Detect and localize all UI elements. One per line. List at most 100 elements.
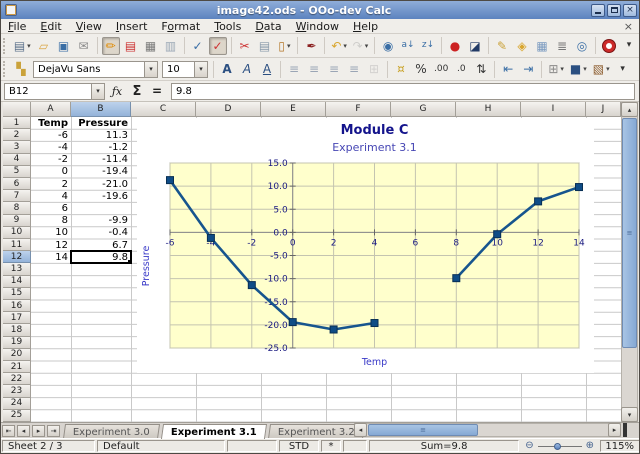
cell-a1[interactable]: Temp	[31, 117, 71, 129]
cell-b7[interactable]: -19.6	[71, 190, 131, 202]
cell-b4[interactable]: -11.4	[71, 154, 131, 166]
row-header-12[interactable]: 12	[3, 251, 31, 263]
cell-a10[interactable]: 10	[31, 227, 71, 239]
column-header-i[interactable]: I	[521, 102, 586, 117]
zoom-slider-track[interactable]	[538, 446, 582, 447]
scroll-up-icon[interactable]: ▴	[621, 102, 638, 117]
sum-field[interactable]: Sum=9.8	[369, 440, 519, 452]
column-header-b[interactable]: B	[71, 102, 131, 117]
cell-b5[interactable]: -19.4	[71, 166, 131, 178]
row-header-6[interactable]: 6	[3, 178, 31, 190]
row-header-17[interactable]: 17	[3, 312, 31, 324]
empty-status-field	[343, 440, 367, 452]
row-header-16[interactable]: 16	[3, 300, 31, 312]
column-header-f[interactable]: F	[326, 102, 391, 117]
chart-data-marker	[453, 275, 460, 282]
cell-a8[interactable]: 6	[31, 202, 71, 214]
row-header-9[interactable]: 9	[3, 215, 31, 227]
scroll-down-icon[interactable]: ▾	[621, 407, 638, 422]
x-axis-tick-label: 6	[413, 238, 419, 248]
active-cell-border[interactable]	[70, 250, 132, 264]
column-header-g[interactable]: G	[391, 102, 456, 117]
x-axis-tick-label: 8	[453, 238, 459, 248]
column-header-c[interactable]: C	[131, 102, 196, 117]
cell-a6[interactable]: 2	[31, 178, 71, 190]
x-axis-tick-label: 2	[331, 238, 337, 248]
column-header-j[interactable]: J	[586, 102, 621, 117]
cell-a7[interactable]: 4	[31, 190, 71, 202]
zoom-in-icon[interactable]: ⊕	[586, 441, 594, 451]
sheet-tab-experiment-3-1[interactable]: Experiment 3.1	[161, 424, 267, 439]
zoom-slider-thumb[interactable]	[554, 443, 561, 450]
row-header-20[interactable]: 20	[3, 349, 31, 361]
chart-x-axis-title: Temp	[361, 357, 387, 368]
app-window: image42.ods - OOo-dev Calc × FileEditVie…	[0, 0, 640, 454]
row-header-25[interactable]: 25	[3, 410, 31, 422]
row-header-15[interactable]: 15	[3, 288, 31, 300]
split-window-handle[interactable]	[623, 423, 627, 437]
y-axis-tick-label: 5.0	[273, 205, 288, 215]
cell-b10[interactable]: -0.4	[71, 227, 131, 239]
cell-a12[interactable]: 14	[31, 251, 71, 263]
cell-a3[interactable]: -4	[31, 141, 71, 153]
y-axis-tick-label: -20.0	[264, 321, 288, 331]
row-header-10[interactable]: 10	[3, 227, 31, 239]
row-header-21[interactable]: 21	[3, 361, 31, 373]
row-header-14[interactable]: 14	[3, 276, 31, 288]
horizontal-scroll-thumb[interactable]: ≡	[368, 424, 478, 436]
zoom-out-icon[interactable]: ⊖	[525, 441, 533, 451]
embedded-chart[interactable]: 15.010.05.00.0-5.0-10.0-15.0-20.0-25.0-6…	[137, 118, 594, 373]
column-header-d[interactable]: D	[196, 102, 261, 117]
selection-mode-field[interactable]: STD	[279, 440, 319, 452]
row-header-7[interactable]: 7	[3, 190, 31, 202]
sheet-tab-experiment-3-0[interactable]: Experiment 3.0	[63, 424, 160, 439]
scroll-left-icon[interactable]: ◂	[354, 423, 367, 437]
cell-a4[interactable]: -2	[31, 154, 71, 166]
row-header-18[interactable]: 18	[3, 324, 31, 336]
row-header-5[interactable]: 5	[3, 166, 31, 178]
sheet-tab-experiment-3-2[interactable]: Experiment 3.2	[268, 424, 365, 439]
row-header-1[interactable]: 1	[3, 117, 31, 129]
x-axis-tick-label: 4	[372, 238, 378, 248]
first-sheet-button[interactable]: ⇤	[2, 425, 15, 437]
next-sheet-button[interactable]: ▸	[32, 425, 45, 437]
column-header-h[interactable]: H	[456, 102, 521, 117]
fill-handle[interactable]	[128, 260, 132, 264]
chart-title: Module C	[341, 123, 409, 138]
cell-b6[interactable]: -21.0	[71, 178, 131, 190]
last-sheet-button[interactable]: ⇥	[47, 425, 60, 437]
cell-a5[interactable]: 0	[31, 166, 71, 178]
vertical-scroll-thumb[interactable]: ≡	[622, 118, 637, 348]
row-header-24[interactable]: 24	[3, 398, 31, 410]
row-header-23[interactable]: 23	[3, 385, 31, 397]
sheet-area: ABCDEFGHIJ123456789101112131415161718192…	[1, 1, 640, 454]
cell-b9[interactable]: -9.9	[71, 215, 131, 227]
column-header-a[interactable]: A	[31, 102, 71, 117]
cell-b2[interactable]: 11.3	[71, 129, 131, 141]
row-header-4[interactable]: 4	[3, 154, 31, 166]
page-style-field[interactable]: Default	[97, 440, 225, 452]
row-header-22[interactable]: 22	[3, 373, 31, 385]
status-bar: Sheet 2 / 3 Default STD * Sum=9.8 ⊖ ⊕ 11…	[1, 438, 640, 453]
cell-b3[interactable]: -1.2	[71, 141, 131, 153]
row-header-2[interactable]: 2	[3, 129, 31, 141]
header-corner-box[interactable]	[3, 102, 31, 117]
cell-a9[interactable]: 8	[31, 215, 71, 227]
row-header-3[interactable]: 3	[3, 141, 31, 153]
sheet-tab-label: Experiment 3.1	[171, 425, 257, 440]
cell-a2[interactable]: -6	[31, 129, 71, 141]
cell-b1[interactable]: Pressure	[71, 117, 131, 129]
cell-a11[interactable]: 12	[31, 239, 71, 251]
y-axis-tick-label: -25.0	[264, 344, 288, 354]
scroll-right-icon[interactable]: ▸	[608, 423, 621, 437]
row-header-11[interactable]: 11	[3, 239, 31, 251]
previous-sheet-button[interactable]: ◂	[17, 425, 30, 437]
x-axis-tick-label: -6	[166, 238, 175, 248]
chart-y-axis-title: Pressure	[141, 246, 152, 287]
zoom-slider[interactable]: ⊖ ⊕	[522, 440, 597, 452]
column-header-e[interactable]: E	[261, 102, 326, 117]
row-header-13[interactable]: 13	[3, 263, 31, 275]
row-header-19[interactable]: 19	[3, 337, 31, 349]
row-header-8[interactable]: 8	[3, 202, 31, 214]
zoom-level-field[interactable]: 115%	[600, 440, 640, 452]
